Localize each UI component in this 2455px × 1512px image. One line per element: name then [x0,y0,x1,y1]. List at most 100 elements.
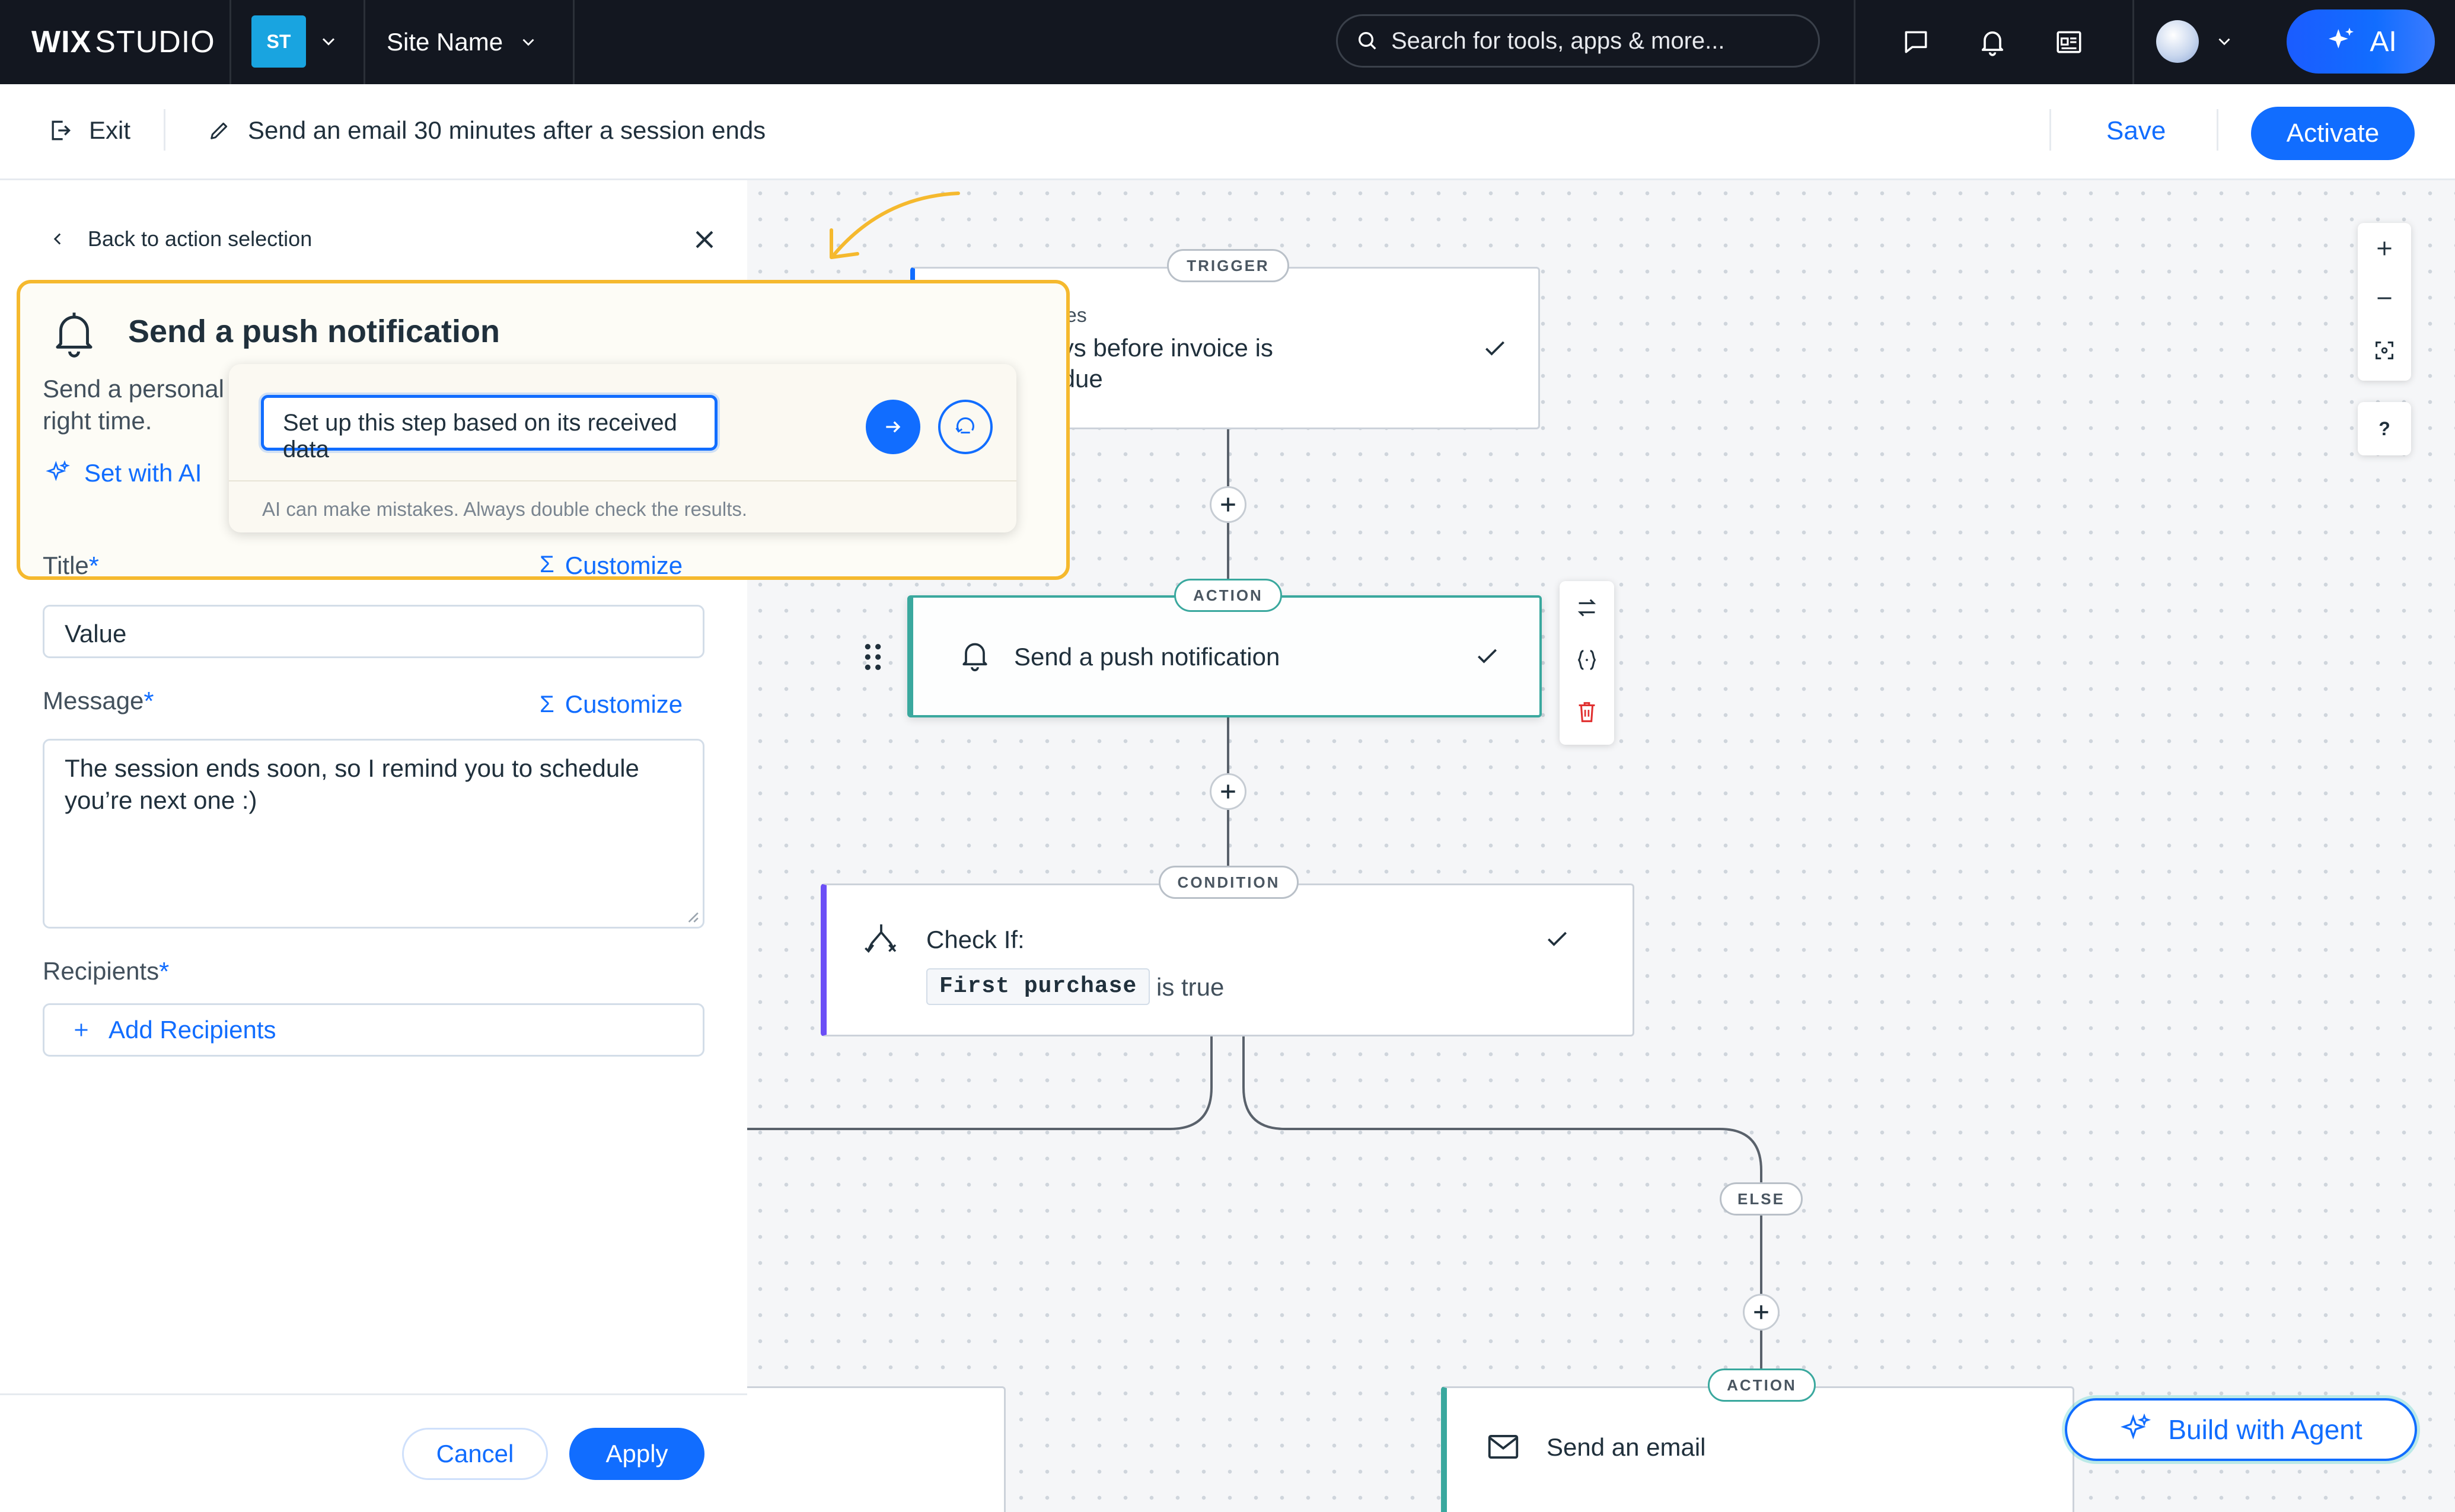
bell-icon[interactable] [1977,26,2008,57]
condition-suffix: is true [1156,973,1225,1001]
refresh-icon [952,413,979,441]
replace-icon[interactable] [1573,594,1600,621]
logo-studio: STUDIO [95,25,215,59]
automation-title: Send an email 30 minutes after a session… [248,116,766,144]
zoom-in-icon[interactable] [2371,235,2398,262]
email-action-title: Send an email [1547,1433,1706,1461]
exit-button[interactable]: Exit [47,116,130,145]
exit-label: Exit [89,116,131,144]
trigger-pill: TRIGGER [1167,249,1289,282]
dashboard-icon[interactable] [2054,27,2084,57]
recipients-label-row: Recipients* [43,957,169,987]
automation-name[interactable]: Send an email 30 minutes after a session… [208,116,766,145]
zoom-controls [2358,223,2411,381]
required-mark: * [144,687,154,716]
condition-pill: CONDITION [1159,866,1299,899]
site-name: Site Name [387,28,503,56]
divider [2132,0,2134,84]
wix-studio-logo[interactable]: WIX STUDIO [31,24,215,60]
delete-icon[interactable] [1573,698,1600,726]
search-bar[interactable]: Search for tools, apps & more... [1336,14,1820,68]
submit-prompt-button[interactable] [866,400,920,454]
cancel-button[interactable]: Cancel [402,1428,548,1480]
check-icon [1482,335,1508,361]
check-icon [1544,926,1570,952]
activate-button[interactable]: Activate [2251,107,2415,160]
fit-to-screen-icon[interactable] [2371,337,2398,364]
chevron-down-icon [2214,31,2234,52]
divider [2049,109,2051,151]
divider [229,480,1016,481]
arrow-right-icon [881,415,905,439]
add-recipients-label: Add Recipients [109,1016,276,1044]
search-placeholder: Search for tools, apps & more... [1391,27,1725,54]
sparkle-icon [2119,1413,2153,1446]
avatar [2156,20,2199,63]
condition-node[interactable]: Check If: First purchase is true [821,883,1634,1036]
ai-button[interactable]: AI [2287,9,2435,74]
sigma-icon: Σ [540,691,554,717]
ai-prompt-input[interactable]: Set up this step based on its received d… [261,395,718,462]
divider [2217,109,2218,151]
exit-icon [47,117,74,143]
ai-label: AI [2370,25,2397,58]
divider [573,0,575,84]
chevron-down-icon [518,32,538,52]
ai-prompt-popup: Set up this step based on its received d… [229,364,1016,532]
apply-button[interactable]: Apply [569,1428,704,1480]
resize-handle-icon[interactable] [684,908,699,923]
split-icon [862,920,900,958]
zoom-out-icon[interactable] [2371,285,2398,312]
recipients-label: Recipients [43,957,160,985]
divider [364,0,365,84]
ai-prompt-text: Set up this step based on its received d… [283,410,677,462]
account-menu[interactable] [2156,20,2234,63]
required-mark: * [159,957,170,986]
help-button[interactable]: ? [2358,402,2411,455]
customize-label: Customize [565,690,683,718]
build-with-agent-label: Build with Agent [2168,1414,2362,1445]
message-label-row: Message* [43,687,154,716]
pencil-icon [208,119,231,142]
add-recipients-button[interactable]: Add Recipients [43,1003,704,1057]
logo-wix: WIX [31,25,92,59]
action-node-push[interactable]: Send a push notification [907,595,1542,717]
condition-title: Check If: [926,926,1025,953]
annotation-arrow-icon [830,192,960,259]
divider [1854,0,1855,84]
top-bar: WIX STUDIO ST Site Name Search for tools,… [0,0,2455,84]
action-node-partial[interactable] [747,1386,1006,1512]
workspace-badge[interactable]: ST [251,15,306,68]
close-icon[interactable] [689,224,720,255]
chevron-left-icon [47,229,68,249]
message-label: Message [43,687,144,714]
action-node-email[interactable]: Send an email [1441,1386,2074,1512]
chat-icon[interactable] [1901,27,1931,57]
message-textarea[interactable]: The session ends soon, so I remind you t… [43,739,704,929]
back-label: Back to action selection [88,227,313,251]
back-to-action-selection[interactable]: Back to action selection [47,227,312,251]
ai-disclaimer: AI can make mistakes. Always double chec… [262,498,748,520]
drag-handle-icon[interactable] [862,642,884,672]
variables-icon[interactable] [1573,646,1600,674]
envelope-icon [1485,1428,1522,1465]
divider [0,1393,747,1395]
title-input[interactable]: Value [43,605,704,658]
build-with-agent-button[interactable]: Build with Agent [2065,1398,2417,1461]
add-step-button[interactable] [1743,1294,1780,1331]
action-title: Send a push notification [1014,643,1280,671]
save-button[interactable]: Save [2106,116,2166,146]
site-selector[interactable]: Site Name [387,24,538,60]
message-value: The session ends soon, so I remind you t… [65,754,639,814]
check-icon [1474,643,1500,669]
add-step-button[interactable] [1210,773,1246,810]
divider [164,109,165,151]
node-toolbar [1560,581,1614,745]
title-value: Value [65,620,127,647]
add-step-button[interactable] [1210,486,1246,523]
chevron-down-icon[interactable] [318,31,339,52]
message-customize-button[interactable]: Σ Customize [540,690,683,719]
regenerate-button[interactable] [938,400,993,454]
else-pill: ELSE [1720,1182,1803,1216]
email-action-pill: ACTION [1708,1369,1816,1402]
